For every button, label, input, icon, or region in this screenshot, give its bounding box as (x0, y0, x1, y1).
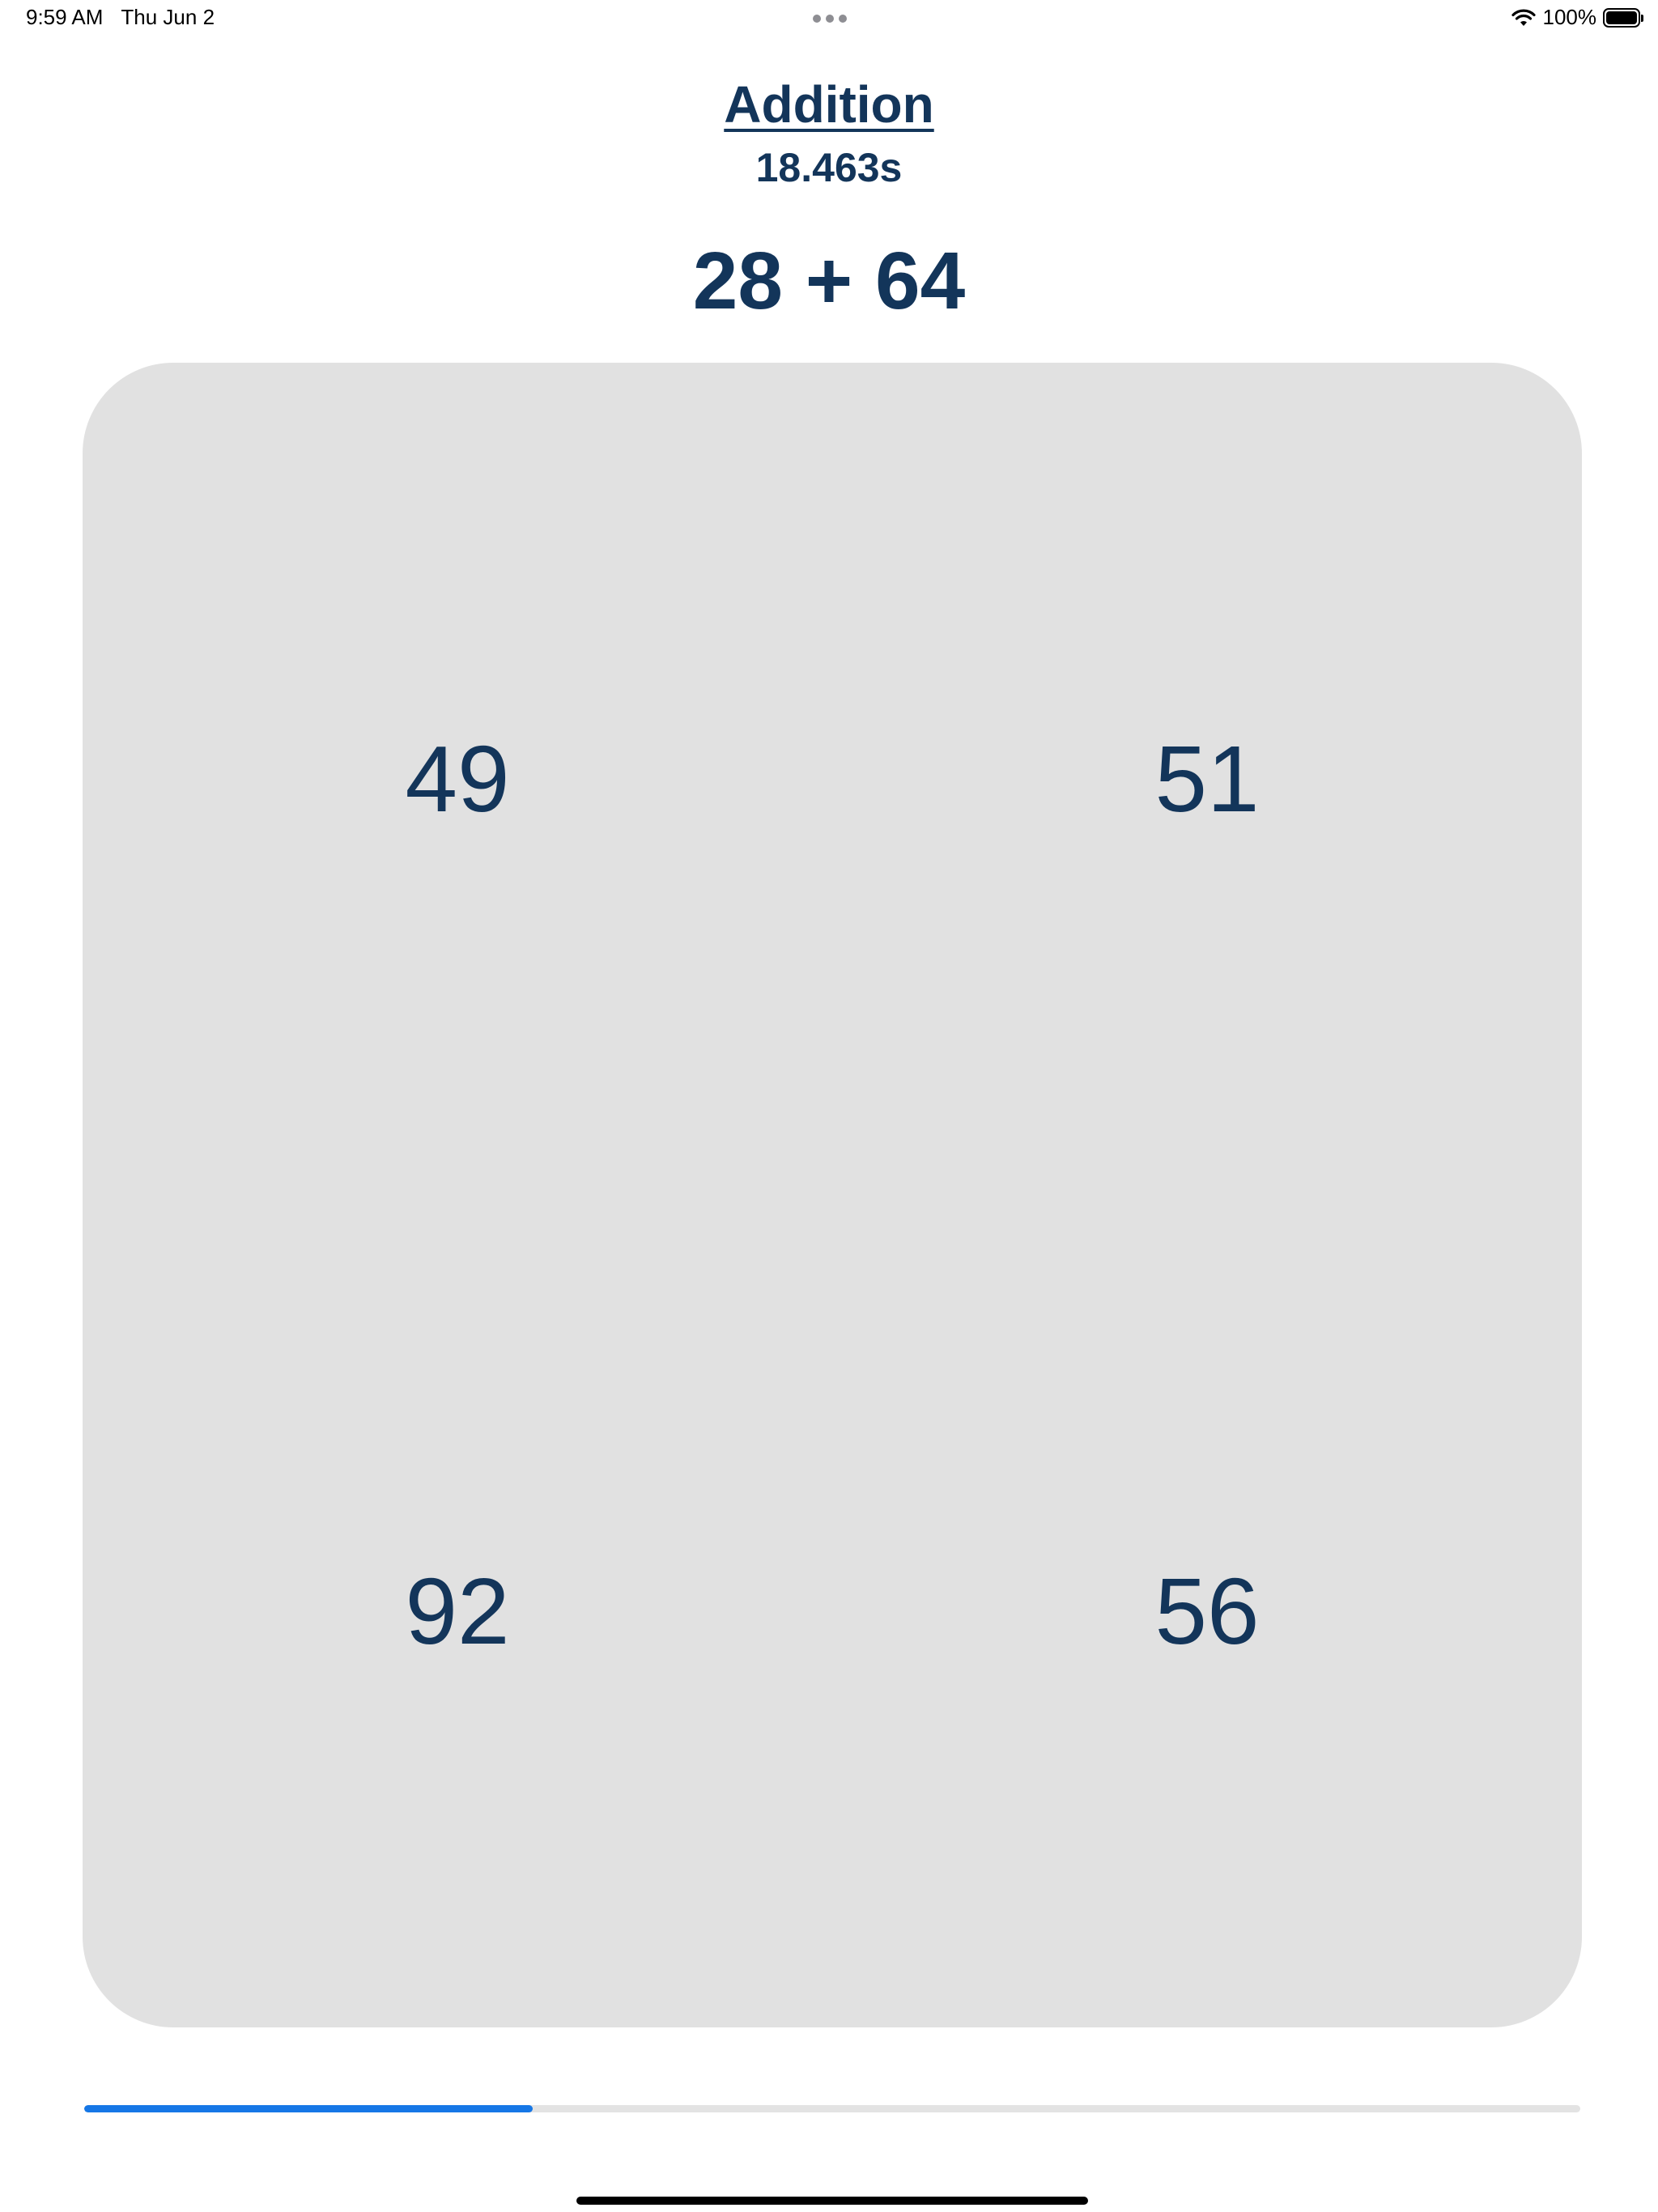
status-date: Thu Jun 2 (121, 5, 215, 29)
wifi-icon (1511, 8, 1537, 28)
math-problem: 28 + 64 (692, 236, 966, 326)
quiz-title: Addition (724, 75, 934, 134)
battery-percentage: 100% (1542, 5, 1597, 29)
answer-board: 49 51 92 56 (83, 363, 1582, 2027)
status-left: 9:59 AM Thu Jun 2 (26, 5, 215, 30)
answer-option-4[interactable]: 56 (832, 1195, 1582, 2027)
multitasking-dots-icon[interactable] (813, 15, 847, 23)
status-right: 100% (1511, 5, 1643, 30)
status-time: 9:59 AM (26, 5, 104, 29)
answer-option-3[interactable]: 92 (83, 1195, 832, 2027)
battery-icon (1603, 7, 1643, 28)
home-indicator[interactable] (576, 2197, 1088, 2205)
quiz-timer: 18.463s (755, 145, 903, 190)
progress-bar-fill (84, 2105, 534, 2112)
answer-option-2[interactable]: 51 (832, 363, 1582, 1195)
status-bar: 9:59 AM Thu Jun 2 100% (0, 0, 1658, 39)
screen: 9:59 AM Thu Jun 2 100% Addition 18.463s … (0, 0, 1658, 2212)
answer-option-1[interactable]: 49 (83, 363, 832, 1195)
progress-bar (84, 2105, 1580, 2112)
